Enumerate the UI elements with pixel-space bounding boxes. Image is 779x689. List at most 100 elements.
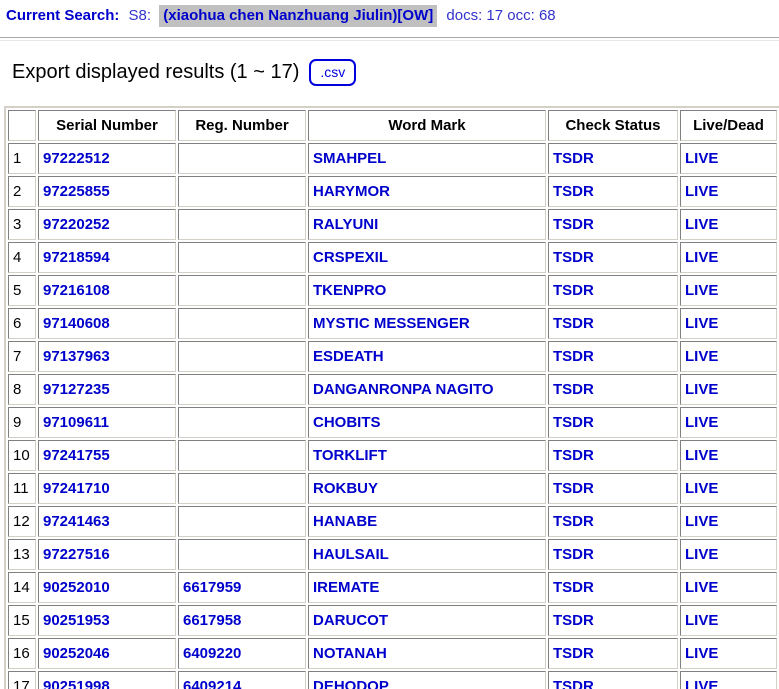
cell-serial-number[interactable]: 97222512 xyxy=(38,143,176,174)
cell-serial-number[interactable]: 97241710 xyxy=(38,473,176,504)
word-mark-link[interactable]: HAULSAIL xyxy=(313,546,389,563)
word-mark-link[interactable]: CRSPEXIL xyxy=(313,249,388,266)
cell-word-mark[interactable]: CRSPEXIL xyxy=(308,242,546,273)
cell-serial-number[interactable]: 97216108 xyxy=(38,275,176,306)
cell-word-mark[interactable]: RALYUNI xyxy=(308,209,546,240)
cell-serial-number[interactable]: 97140608 xyxy=(38,308,176,339)
cell-serial-number[interactable]: 97220252 xyxy=(38,209,176,240)
word-mark-link[interactable]: CHOBITS xyxy=(313,414,381,431)
cell-word-mark[interactable]: ROKBUY xyxy=(308,473,546,504)
cell-live-dead[interactable]: LIVE xyxy=(680,242,777,273)
cell-serial-number[interactable]: 97227516 xyxy=(38,539,176,570)
cell-check-status[interactable]: TSDR xyxy=(548,539,678,570)
cell-serial-number[interactable]: 90251953 xyxy=(38,605,176,636)
cell-check-status[interactable]: TSDR xyxy=(548,308,678,339)
serial-number-link[interactable]: 97127235 xyxy=(43,381,110,398)
tsdr-link[interactable]: TSDR xyxy=(553,381,594,398)
word-mark-link[interactable]: TORKLIFT xyxy=(313,447,387,464)
cell-serial-number[interactable]: 97127235 xyxy=(38,374,176,405)
live-status-link[interactable]: LIVE xyxy=(685,381,718,398)
word-mark-link[interactable]: RALYUNI xyxy=(313,216,378,233)
cell-live-dead[interactable]: LIVE xyxy=(680,440,777,471)
tsdr-link[interactable]: TSDR xyxy=(553,315,594,332)
tsdr-link[interactable]: TSDR xyxy=(553,249,594,266)
live-status-link[interactable]: LIVE xyxy=(685,150,718,167)
cell-word-mark[interactable]: DEHODOP xyxy=(308,671,546,689)
live-status-link[interactable]: LIVE xyxy=(685,612,718,629)
tsdr-link[interactable]: TSDR xyxy=(553,546,594,563)
cell-live-dead[interactable]: LIVE xyxy=(680,341,777,372)
serial-number-link[interactable]: 97222512 xyxy=(43,150,110,167)
live-status-link[interactable]: LIVE xyxy=(685,645,718,662)
tsdr-link[interactable]: TSDR xyxy=(553,513,594,530)
word-mark-link[interactable]: HANABE xyxy=(313,513,377,530)
cell-check-status[interactable]: TSDR xyxy=(548,638,678,669)
serial-number-link[interactable]: 97218594 xyxy=(43,249,110,266)
cell-word-mark[interactable]: HAULSAIL xyxy=(308,539,546,570)
live-status-link[interactable]: LIVE xyxy=(685,447,718,464)
tsdr-link[interactable]: TSDR xyxy=(553,645,594,662)
cell-check-status[interactable]: TSDR xyxy=(548,341,678,372)
cell-live-dead[interactable]: LIVE xyxy=(680,473,777,504)
export-csv-button[interactable]: .csv xyxy=(309,58,357,86)
cell-word-mark[interactable]: DANGANRONPA NAGITO xyxy=(308,374,546,405)
cell-check-status[interactable]: TSDR xyxy=(548,605,678,636)
cell-word-mark[interactable]: DARUCOT xyxy=(308,605,546,636)
word-mark-link[interactable]: ESDEATH xyxy=(313,348,384,365)
cell-word-mark[interactable]: NOTANAH xyxy=(308,638,546,669)
cell-reg-number[interactable]: 6409214 xyxy=(178,671,306,689)
reg-number-link[interactable]: 6617958 xyxy=(183,612,241,629)
cell-live-dead[interactable]: LIVE xyxy=(680,671,777,689)
serial-number-link[interactable]: 90251953 xyxy=(43,612,110,629)
cell-live-dead[interactable]: LIVE xyxy=(680,407,777,438)
live-status-link[interactable]: LIVE xyxy=(685,546,718,563)
serial-number-link[interactable]: 97241710 xyxy=(43,480,110,497)
cell-word-mark[interactable]: IREMATE xyxy=(308,572,546,603)
cell-reg-number[interactable]: 6617959 xyxy=(178,572,306,603)
cell-live-dead[interactable]: LIVE xyxy=(680,308,777,339)
serial-number-link[interactable]: 97225855 xyxy=(43,183,110,200)
cell-check-status[interactable]: TSDR xyxy=(548,671,678,689)
cell-reg-number[interactable]: 6617958 xyxy=(178,605,306,636)
live-status-link[interactable]: LIVE xyxy=(685,579,718,596)
cell-check-status[interactable]: TSDR xyxy=(548,242,678,273)
search-query-text[interactable]: (xiaohua chen Nanzhuang Jiulin)[OW] xyxy=(159,5,438,27)
cell-check-status[interactable]: TSDR xyxy=(548,374,678,405)
cell-serial-number[interactable]: 97241755 xyxy=(38,440,176,471)
serial-number-link[interactable]: 97220252 xyxy=(43,216,110,233)
live-status-link[interactable]: LIVE xyxy=(685,282,718,299)
cell-word-mark[interactable]: CHOBITS xyxy=(308,407,546,438)
live-status-link[interactable]: LIVE xyxy=(685,315,718,332)
cell-serial-number[interactable]: 90252010 xyxy=(38,572,176,603)
cell-word-mark[interactable]: HANABE xyxy=(308,506,546,537)
cell-live-dead[interactable]: LIVE xyxy=(680,143,777,174)
reg-number-link[interactable]: 6409214 xyxy=(183,678,241,689)
live-status-link[interactable]: LIVE xyxy=(685,414,718,431)
cell-live-dead[interactable]: LIVE xyxy=(680,176,777,207)
cell-serial-number[interactable]: 90252046 xyxy=(38,638,176,669)
cell-live-dead[interactable]: LIVE xyxy=(680,572,777,603)
cell-word-mark[interactable]: SMAHPEL xyxy=(308,143,546,174)
reg-number-link[interactable]: 6617959 xyxy=(183,579,241,596)
live-status-link[interactable]: LIVE xyxy=(685,216,718,233)
cell-word-mark[interactable]: ESDEATH xyxy=(308,341,546,372)
cell-check-status[interactable]: TSDR xyxy=(548,275,678,306)
tsdr-link[interactable]: TSDR xyxy=(553,480,594,497)
cell-serial-number[interactable]: 90251998 xyxy=(38,671,176,689)
serial-number-link[interactable]: 97227516 xyxy=(43,546,110,563)
cell-check-status[interactable]: TSDR xyxy=(548,407,678,438)
word-mark-link[interactable]: TKENPRO xyxy=(313,282,386,299)
tsdr-link[interactable]: TSDR xyxy=(553,612,594,629)
word-mark-link[interactable]: NOTANAH xyxy=(313,645,387,662)
cell-live-dead[interactable]: LIVE xyxy=(680,209,777,240)
serial-number-link[interactable]: 90251998 xyxy=(43,678,110,689)
live-status-link[interactable]: LIVE xyxy=(685,480,718,497)
cell-serial-number[interactable]: 97225855 xyxy=(38,176,176,207)
serial-number-link[interactable]: 97241463 xyxy=(43,513,110,530)
word-mark-link[interactable]: DEHODOP xyxy=(313,678,389,689)
cell-check-status[interactable]: TSDR xyxy=(548,473,678,504)
tsdr-link[interactable]: TSDR xyxy=(553,678,594,689)
cell-check-status[interactable]: TSDR xyxy=(548,143,678,174)
cell-check-status[interactable]: TSDR xyxy=(548,209,678,240)
serial-number-link[interactable]: 97140608 xyxy=(43,315,110,332)
